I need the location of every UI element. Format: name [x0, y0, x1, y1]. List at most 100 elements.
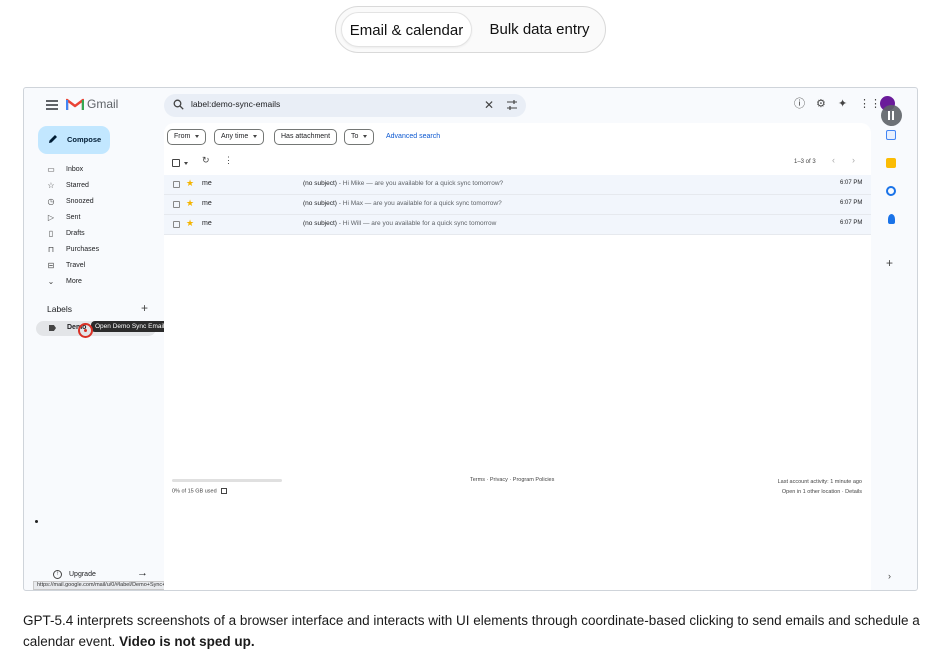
email-time: 6:07 PM — [840, 220, 863, 226]
luggage-icon: ⊟ — [47, 261, 55, 270]
filter-label: Any time — [221, 133, 249, 140]
gemini-sparkle-icon[interactable]: ✦ — [838, 97, 847, 111]
caret-down-icon — [195, 134, 200, 138]
star-icon[interactable]: ★ — [186, 198, 194, 209]
caret-down-icon — [363, 134, 368, 138]
chevron-right-icon[interactable]: › — [852, 155, 855, 165]
footer-links[interactable]: Terms · Privacy · Program Policies — [470, 477, 554, 483]
help-icon[interactable]: ⓘ — [794, 97, 805, 111]
calendar-icon[interactable] — [886, 130, 896, 140]
compose-label: Compose — [67, 135, 102, 144]
filter-from[interactable]: From — [167, 129, 207, 145]
menu-icon[interactable] — [46, 100, 58, 110]
email-snippet: - Hi Mike — are you available for a quic… — [336, 180, 504, 187]
account-activity: Last account activity: 1 minute ago Open… — [724, 477, 862, 497]
last-activity-text: Last account activity: 1 minute ago — [777, 479, 862, 485]
pause-icon[interactable] — [881, 105, 902, 126]
pencil-icon — [49, 135, 57, 143]
search-input[interactable]: label:demo-sync-emails — [191, 99, 280, 109]
email-snippet: - Hi Will — are you available for a quic… — [336, 220, 497, 227]
email-sender: me — [202, 200, 212, 207]
email-time: 6:07 PM — [840, 200, 863, 206]
compose-button[interactable]: Compose — [38, 126, 110, 154]
gmail-logo-icon — [66, 98, 84, 110]
send-icon: ▷ — [47, 213, 55, 222]
search-icon[interactable] — [173, 99, 184, 110]
close-icon[interactable]: ✕ — [484, 98, 494, 112]
refresh-icon[interactable]: ↻ — [202, 155, 210, 166]
chevron-left-icon[interactable]: ‹ — [832, 155, 835, 165]
chevron-right-icon[interactable]: › — [888, 571, 891, 581]
add-label-icon[interactable]: + — [141, 301, 148, 315]
tab-bulk-data-entry[interactable]: Bulk data entry — [482, 12, 597, 47]
email-subject-line: (no subject) - Hi Will — are you availab… — [303, 220, 496, 227]
contacts-icon[interactable] — [888, 214, 895, 224]
email-subject-line: (no subject) - Hi Max — are you availabl… — [303, 200, 502, 207]
sidebar-item-label: Sent — [66, 214, 81, 221]
email-subject-line: (no subject) - Hi Mike — are you availab… — [303, 180, 503, 187]
gear-icon[interactable]: ⚙ — [816, 97, 826, 111]
sidebar-item-label: Snoozed — [66, 198, 94, 205]
mail-list-panel: From Any time Has attachment To Advanced… — [164, 123, 871, 590]
email-sender: me — [202, 180, 212, 187]
sidebar-item-label: Drafts — [66, 230, 85, 237]
apps-grid-icon[interactable]: ⋮⋮ — [859, 97, 881, 111]
cursor-dot — [35, 520, 38, 523]
open-external-icon[interactable] — [220, 488, 227, 494]
tab-switcher: Email & calendar Bulk data entry — [335, 6, 606, 53]
sidebar-item-label: Starred — [66, 182, 89, 189]
caption-bold: Video is not sped up. — [119, 634, 255, 649]
filter-has-attachment[interactable]: Has attachment — [274, 129, 338, 145]
email-row[interactable]: ★ me (no subject) - Hi Mike — are you av… — [164, 175, 871, 195]
email-subject: (no subject) — [303, 180, 337, 187]
shopping-bag-icon: ⊓ — [47, 245, 55, 254]
star-icon[interactable]: ★ — [186, 178, 194, 189]
filter-to[interactable]: To — [344, 129, 375, 145]
keep-icon[interactable] — [886, 158, 896, 168]
caption: GPT-5.4 interprets screenshots of a brow… — [23, 610, 923, 652]
clock-icon: ◷ — [47, 197, 55, 206]
draft-icon: ▯ — [48, 229, 54, 238]
gmail-logo-text: Gmail — [87, 97, 119, 111]
arrow-right-icon[interactable]: → — [137, 567, 148, 579]
more-vert-icon[interactable]: ⋮ — [224, 155, 233, 166]
labels-heading: Labels — [47, 304, 73, 314]
filter-label: From — [174, 133, 191, 140]
star-icon[interactable]: ★ — [186, 218, 194, 229]
advanced-search-link[interactable]: Advanced search — [386, 133, 440, 140]
email-subject: (no subject) — [303, 200, 337, 207]
email-row[interactable]: ★ me (no subject) - Hi Max — are you ava… — [164, 195, 871, 215]
row-checkbox[interactable] — [173, 181, 180, 188]
select-all-checkbox[interactable] — [172, 159, 180, 167]
filter-label: Has attachment — [281, 133, 331, 140]
sidebar-item-label: More — [66, 278, 82, 285]
click-marker — [78, 323, 93, 338]
chevron-down-icon: ⌄ — [47, 277, 55, 286]
status-bar-url: https://mail.google.com/mail/u/0/#label/… — [33, 581, 186, 590]
email-subject: (no subject) — [303, 220, 337, 227]
tab-email-calendar[interactable]: Email & calendar — [341, 12, 472, 47]
filter-label: To — [351, 133, 359, 140]
upgrade-link[interactable]: Upgrade — [69, 571, 96, 578]
add-addon-icon[interactable]: + — [886, 256, 893, 270]
tasks-icon[interactable] — [886, 186, 896, 196]
search-bar[interactable]: label:demo-sync-emails ✕ — [164, 94, 526, 117]
filter-any-time[interactable]: Any time — [214, 129, 265, 145]
storage-text: 0% of 15 GB used — [172, 488, 217, 495]
email-time: 6:07 PM — [840, 180, 863, 186]
storage-bar — [172, 479, 282, 482]
row-checkbox[interactable] — [173, 221, 180, 228]
inbox-icon: ▭ — [47, 165, 55, 174]
sidebar-item-label: Travel — [66, 262, 86, 269]
gmail-screenshot: Gmail label:demo-sync-emails ✕ ⓘ ⚙ ✦ ⋮⋮ … — [23, 87, 918, 591]
search-options-icon[interactable] — [506, 99, 518, 111]
row-checkbox[interactable] — [173, 201, 180, 208]
other-location-text[interactable]: Open in 1 other location · Details — [724, 487, 862, 497]
select-caret-icon[interactable] — [184, 162, 188, 165]
storage-usage: 0% of 15 GB used — [172, 488, 227, 494]
sidebar-item-label: Purchases — [66, 246, 100, 253]
sidebar-item-label: Inbox — [66, 166, 84, 173]
email-snippet: - Hi Max — are you available for a quick… — [336, 200, 502, 207]
star-icon: ☆ — [47, 181, 55, 190]
email-row[interactable]: ★ me (no subject) - Hi Will — are you av… — [164, 215, 871, 235]
